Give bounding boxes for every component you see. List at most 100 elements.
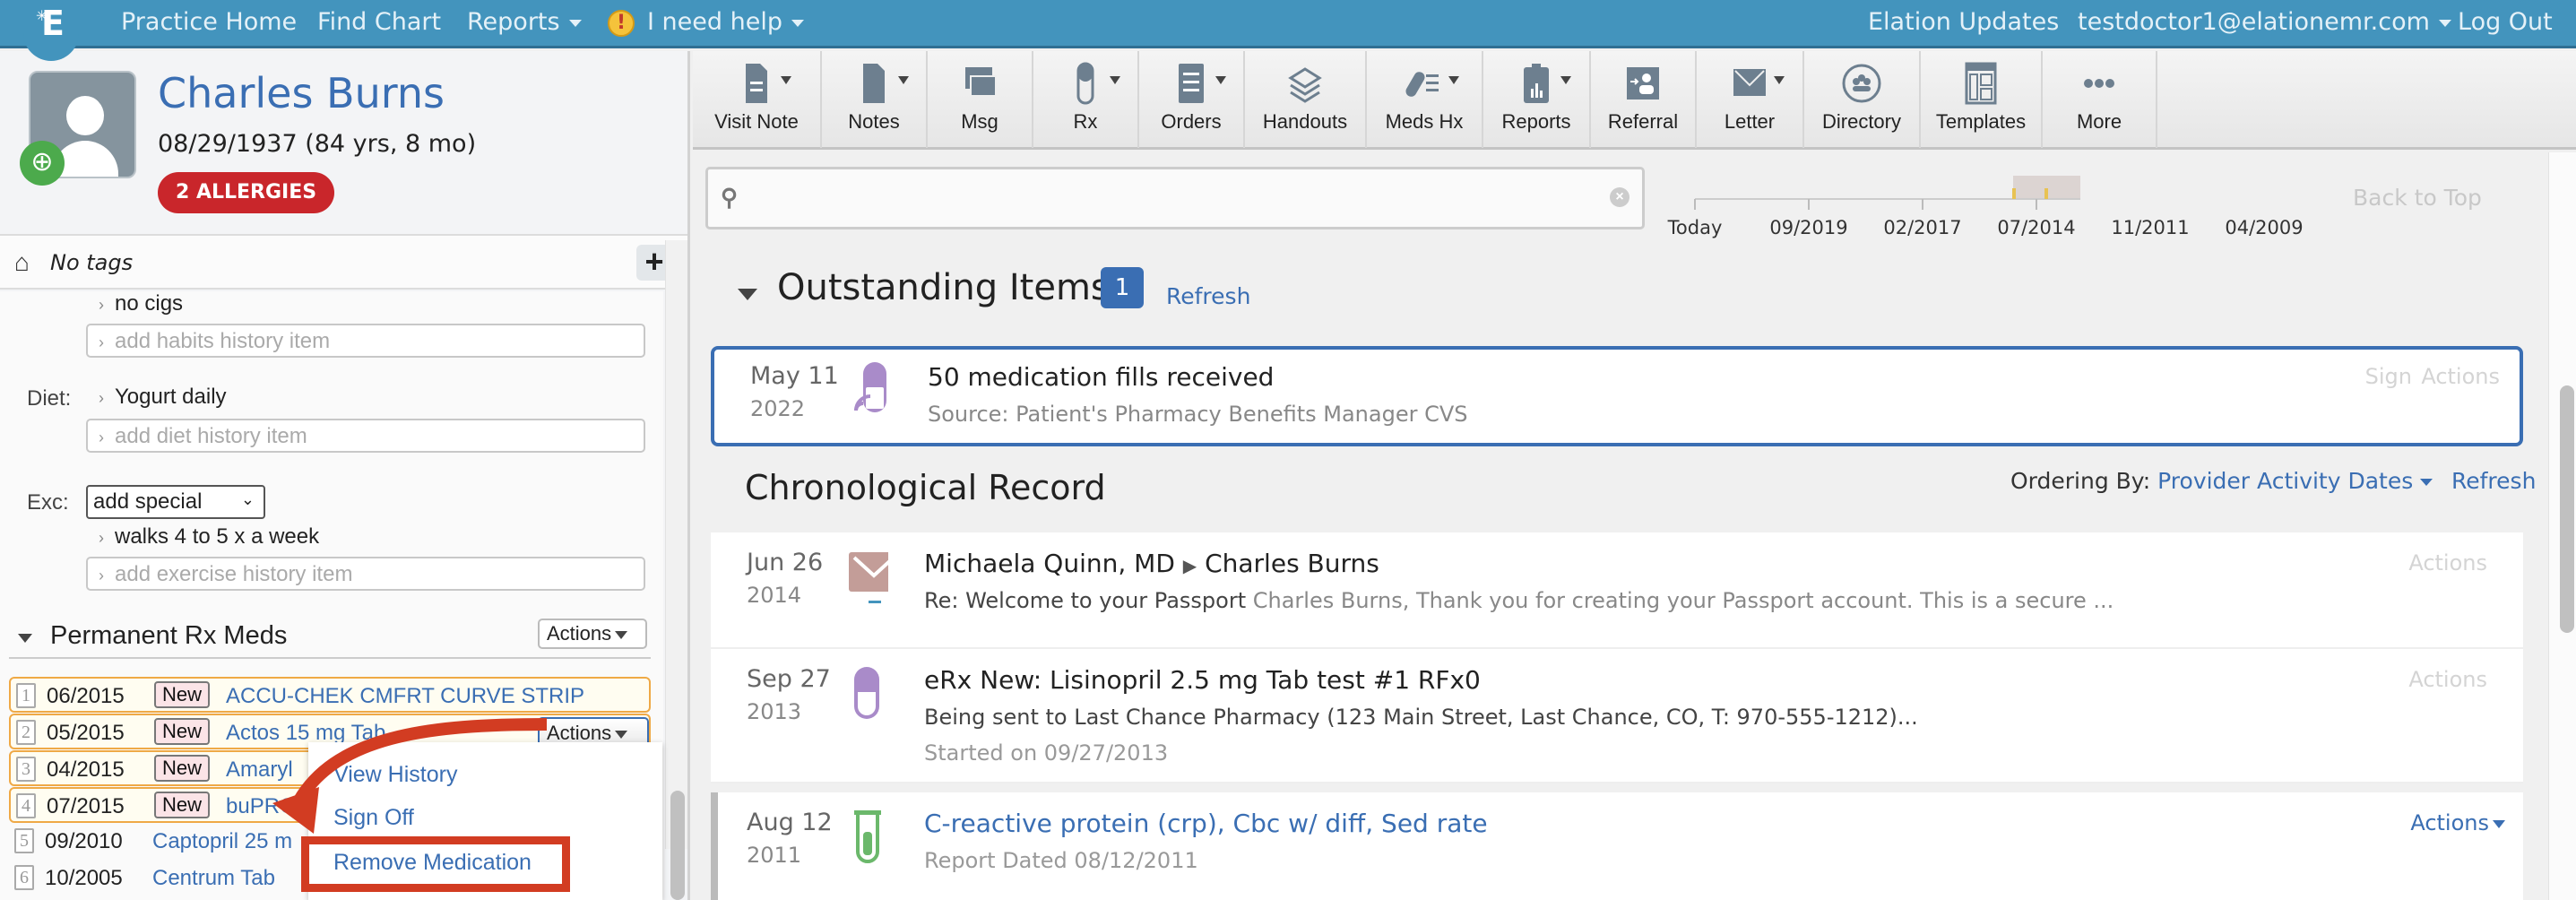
toolbar-handouts-button[interactable]: Handouts — [1245, 51, 1367, 148]
record-item[interactable]: Aug 12 2011 C-reactive protein (crp), Cb… — [711, 792, 2523, 900]
toolbar-msg-button[interactable]: Msg — [928, 51, 1033, 148]
med-name-link[interactable]: Centrum Tab — [152, 866, 275, 891]
toolbar-reports-button[interactable]: Reports — [1483, 51, 1591, 148]
timeline-tick-label: 02/2017 — [1883, 217, 1962, 238]
menu-item-sign-off[interactable]: Sign Off — [333, 805, 414, 831]
item-detail: Report Dated 08/12/2011 — [924, 848, 1198, 873]
letter-envelope-icon — [849, 552, 888, 603]
directory-icon — [1842, 64, 1881, 103]
caret-down-icon — [1560, 76, 1571, 84]
clear-search-icon[interactable]: × — [1610, 187, 1629, 207]
sign-button[interactable]: Sign — [2365, 364, 2412, 389]
select-value: add special — [93, 489, 203, 514]
toolbar-orders-button[interactable]: Orders — [1139, 51, 1245, 148]
collapse-caret-icon[interactable] — [738, 289, 757, 300]
nav-practice-home[interactable]: Practice Home — [121, 8, 297, 36]
sidebar-scrollbar[interactable] — [665, 240, 687, 849]
nav-elation-updates[interactable]: Elation Updates — [1868, 8, 2059, 36]
chevron-right-icon: › — [99, 567, 104, 584]
toolbar-rx-button[interactable]: Rx — [1033, 51, 1139, 148]
item-actions-button[interactable]: Actions — [2408, 667, 2487, 692]
menu-item-view-history[interactable]: View History — [333, 762, 457, 788]
exercise-history-input[interactable]: › add exercise history item — [86, 557, 645, 591]
allergies-badge[interactable]: 2 ALLERGIES — [158, 172, 335, 213]
toolbar-button-label: Handouts — [1262, 110, 1348, 133]
patient-name[interactable]: Charles Burns — [158, 69, 445, 117]
permanent-rx-meds-title: Permanent Rx Meds — [50, 621, 288, 650]
sidebar-scrollbar-thumb[interactable] — [670, 791, 685, 900]
toolbar-visit-note-button[interactable]: Visit Note — [693, 51, 822, 148]
item-source: Source: Patient's Pharmacy Benefits Mana… — [928, 402, 1468, 427]
nav-reports[interactable]: Reports — [467, 8, 582, 36]
actions-label: Actions — [547, 622, 612, 645]
lab-report-link[interactable]: C-reactive protein (crp), Cbc w/ diff, S… — [924, 809, 1488, 838]
logo-letter: E — [41, 4, 65, 43]
record-item[interactable]: Jun 26 2014 Michaela Quinn, MD ▶ Charles… — [711, 532, 2523, 647]
item-year: 2011 — [747, 843, 802, 868]
chart-search-input[interactable] — [753, 178, 1586, 218]
toolbar-more-button[interactable]: More — [2043, 51, 2157, 148]
habits-item-text: no cigs — [115, 291, 184, 316]
nav-log-out[interactable]: Log Out — [2458, 8, 2553, 36]
diet-history-input[interactable]: › add diet history item — [86, 419, 645, 453]
toolbar-button-label: Templates — [1935, 110, 2027, 133]
back-to-top-link[interactable]: Back to Top — [2353, 185, 2482, 211]
toolbar-button-label: Directory — [1821, 110, 1901, 133]
med-row[interactable]: 1 06/2015 New ACCU-CHEK CMFRT CURVE STRI… — [9, 677, 651, 713]
item-actions-button[interactable]: Actions — [2408, 550, 2487, 575]
nav-user-menu[interactable]: testdoctor1@elationemr.com — [2078, 8, 2451, 36]
exercise-item[interactable]: › walks 4 to 5 x a week — [99, 524, 319, 550]
item-actions-button[interactable]: Actions — [2421, 364, 2500, 389]
chart-timeline[interactable]: Today 09/2019 02/2017 07/2014 11/2011 04/2009 — [1668, 160, 2304, 249]
toolbar-referral-button[interactable]: Referral — [1591, 51, 1697, 148]
annotation-highlight-box — [301, 836, 570, 892]
habits-history-input[interactable]: › add habits history item — [86, 324, 645, 358]
chronological-refresh-link[interactable]: Refresh — [2451, 468, 2536, 494]
main-scrollbar-thumb[interactable] — [2560, 385, 2574, 633]
toolbar-letter-button[interactable]: Letter — [1697, 51, 1804, 148]
chevron-down-icon — [568, 19, 582, 27]
ordering-value[interactable]: Provider Activity Dates — [2157, 468, 2413, 494]
tags-row: ⌂ No tags + — [0, 234, 687, 290]
globe-icon[interactable]: ⊕ — [20, 141, 65, 186]
record-item[interactable]: Sep 27 2013 eRx New: Lisinopril 2.5 mg T… — [711, 649, 2523, 782]
med-number: 4 — [16, 793, 36, 818]
orders-icon — [1179, 64, 1204, 103]
toolbar-templates-button[interactable]: Templates — [1921, 51, 2043, 148]
rx-meds-actions-button[interactable]: Actions — [538, 619, 647, 649]
exercise-special-select[interactable]: add special ⌄ — [86, 485, 265, 519]
ordering-by[interactable]: Ordering By: Provider Activity Dates — [2010, 468, 2433, 494]
diet-item[interactable]: › Yogurt daily — [99, 385, 227, 410]
actions-label: Actions — [2410, 810, 2489, 835]
nav-find-chart[interactable]: Find Chart — [317, 8, 441, 36]
chart-toolbar: Visit Note Notes Msg Rx Orders Handouts Meds H… — [693, 51, 2576, 150]
med-name-link[interactable]: Amaryl — [226, 757, 293, 783]
toolbar-notes-button[interactable]: Notes — [822, 51, 928, 148]
outstanding-refresh-link[interactable]: Refresh — [1166, 283, 1250, 309]
new-badge: New — [154, 681, 211, 708]
toolbar-button-label: Meds Hx — [1385, 110, 1464, 133]
caret-down-icon — [615, 630, 628, 639]
med-number: 1 — [16, 683, 36, 708]
more-icon — [2084, 79, 2114, 88]
elation-logo[interactable]: ✳ E — [23, 0, 79, 61]
med-name-link[interactable]: buPRO — [226, 794, 297, 819]
item-date: Jun 26 — [747, 549, 824, 576]
item-subject-line: Re: Welcome to your Passport Charles Bur… — [924, 588, 2114, 613]
med-name-link[interactable]: ACCU-CHEK CMFRT CURVE STRIP — [226, 684, 584, 709]
item-actions-button[interactable]: Actions — [2410, 810, 2505, 835]
toolbar-meds-hx-button[interactable]: Meds Hx — [1367, 51, 1483, 148]
item-year: 2014 — [747, 583, 802, 608]
chart-search[interactable]: ⚲ × — [705, 167, 1645, 229]
chronological-record-title: Chronological Record — [745, 468, 1106, 507]
timeline-activity-bar — [2012, 188, 2016, 199]
nav-help[interactable]: ! I need help — [608, 8, 804, 37]
toolbar-directory-button[interactable]: Directory — [1804, 51, 1921, 148]
med-date: 06/2015 — [47, 684, 125, 708]
collapse-caret-icon[interactable] — [18, 634, 32, 643]
caret-down-icon — [898, 76, 909, 84]
outstanding-item-card[interactable]: May 11 2022 50 medication fills received… — [711, 346, 2523, 446]
med-name-link[interactable]: Captopril 25 m — [152, 829, 292, 854]
chevron-right-icon: › — [99, 333, 104, 351]
habits-item[interactable]: › no cigs — [99, 291, 183, 316]
